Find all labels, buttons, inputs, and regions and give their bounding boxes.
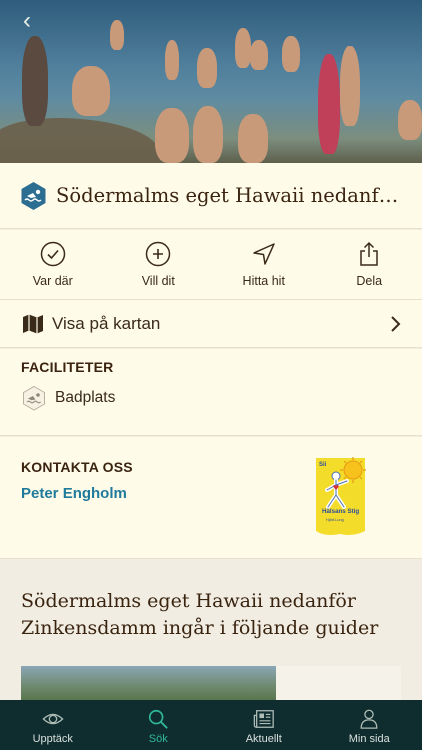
tab-bar: Upptäck Sök Aktuellt Min sida [0,700,422,750]
logo-line1: Hälsans Stig [322,508,359,515]
want-to-go-button[interactable]: Vill dit [106,230,212,299]
swim-icon [21,181,46,210]
share-icon [360,241,378,266]
halsans-stig-logo: Hälsans Stig Hjärt-Lung Sii [313,455,368,537]
tab-my-page[interactable]: Min sida [317,700,422,750]
tab-my-page-label: Min sida [348,733,390,745]
search-icon [149,709,169,729]
user-icon [360,709,378,729]
newspaper-icon [253,710,274,728]
hero-photo: ‹ [0,0,422,163]
logo-line2: Hjärt-Lung [326,518,344,522]
navigation-arrow-icon [253,243,275,265]
share-label: Dela [356,274,383,288]
tab-news-label: Aktuellt [245,733,282,745]
check-circle-icon [40,241,65,267]
guides-heading: Södermalms eget Hawaii nedanför Zinkensd… [21,590,379,639]
share-button[interactable]: Dela [317,230,422,299]
tab-news[interactable]: Aktuellt [211,700,317,750]
facility-item: Badplats [21,385,401,411]
action-bar: Var där Vill dit Hitta hit Dela [0,230,422,300]
tab-search-label: Sök [148,733,168,745]
show-on-map-label: Visa på kartan [52,313,161,333]
contact-name-link[interactable]: Peter Engholm [21,485,127,502]
hero-rock [0,118,160,163]
map-icon [23,314,43,333]
facility-label: Badplats [55,389,116,406]
facilities-section: FACILITETER Badplats [0,349,422,436]
directions-label: Hitta hit [242,274,285,288]
swim-icon [23,385,45,411]
back-button[interactable]: ‹ [14,8,40,34]
chevron-right-icon [391,315,401,332]
tab-discover-label: Upptäck [32,733,73,745]
plus-circle-icon [146,241,171,267]
place-header: Södermalms eget Hawaii nedanför Zin… [0,163,422,229]
been-there-label: Var där [32,274,73,288]
been-there-button[interactable]: Var där [0,230,106,299]
logo-top-text: Sii [319,462,327,468]
tab-search[interactable]: Sök [106,700,212,750]
directions-button[interactable]: Hitta hit [211,230,317,299]
tab-discover[interactable]: Upptäck [0,700,106,750]
show-on-map-row[interactable]: Visa på kartan [0,300,422,348]
want-to-go-label: Vill dit [141,274,175,288]
facilities-heading: FACILITETER [21,359,114,375]
eye-icon [42,713,64,725]
page-title: Södermalms eget Hawaii nedanför Zin… [56,184,401,207]
